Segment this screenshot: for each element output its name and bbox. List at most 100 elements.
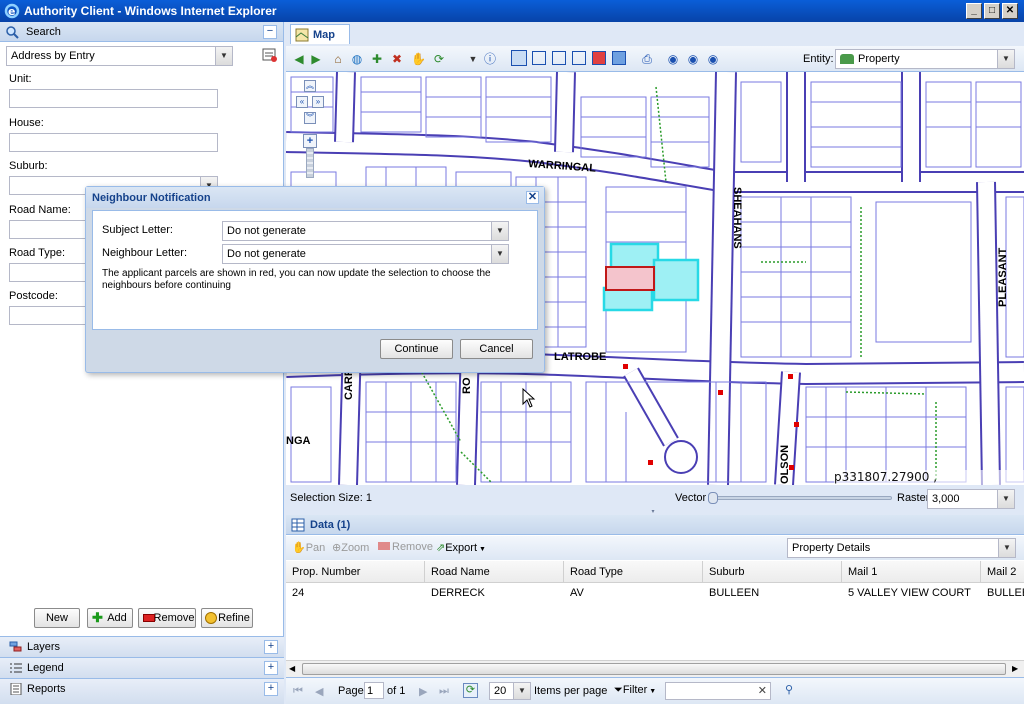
map-tab-label: Map: [313, 29, 335, 41]
zoom-out-tool-icon[interactable]: ✖: [390, 52, 404, 66]
next-page-icon[interactable]: ▶: [419, 685, 427, 698]
layers-label: Layers: [27, 641, 61, 653]
house-input[interactable]: [9, 133, 218, 152]
suburb-label: Suburb:: [9, 160, 48, 172]
clear-selection-icon[interactable]: [592, 51, 606, 65]
select-all-icon[interactable]: [612, 51, 626, 65]
select-rectangle-icon[interactable]: [511, 50, 527, 66]
refresh-icon[interactable]: ⟳: [432, 52, 446, 66]
expand-legend-button[interactable]: +: [264, 661, 278, 675]
column-header-suburb[interactable]: Suburb: [703, 561, 842, 583]
zoom-icon: ⊕: [332, 542, 342, 554]
cancel-button[interactable]: Cancel: [460, 339, 533, 359]
search-type-select[interactable]: Address by Entry ▼: [6, 46, 233, 66]
filter-menu-button[interactable]: ⏷Filter ▼: [614, 684, 656, 697]
legend-header[interactable]: Legend +: [0, 657, 284, 678]
info-icon[interactable]: ⓘ: [483, 52, 497, 66]
column-header-road-type[interactable]: Road Type: [564, 561, 703, 583]
chevron-down-icon[interactable]: ▼: [215, 47, 232, 65]
table-row[interactable]: 24 DERRECK AV BULLEEN 5 VALLEY VIEW COUR…: [286, 583, 1024, 603]
maximize-button[interactable]: □: [984, 3, 1000, 19]
chevron-down-icon[interactable]: ▼: [491, 245, 508, 263]
pan-right-icon[interactable]: »: [312, 96, 324, 108]
subject-letter-select[interactable]: Do not generate ▼: [222, 221, 509, 241]
expand-layers-button[interactable]: +: [264, 640, 278, 654]
column-header-road-name[interactable]: Road Name: [425, 561, 564, 583]
scale-value: 3,000: [932, 493, 960, 505]
reports-header[interactable]: Reports +: [0, 678, 284, 704]
clear-filter-icon[interactable]: ✕: [758, 684, 767, 697]
chevron-down-icon[interactable]: ▼: [491, 222, 508, 240]
column-header-mail-2[interactable]: Mail 2: [981, 561, 1024, 583]
pan-down-icon[interactable]: ︾: [304, 112, 316, 124]
scale-select[interactable]: 3,000 ▼: [927, 489, 1015, 509]
pan-up-icon[interactable]: ︽: [304, 80, 316, 92]
collapse-search-button[interactable]: −: [263, 25, 277, 39]
home-icon[interactable]: ⌂: [331, 52, 345, 66]
scroll-left-icon[interactable]: ◀: [289, 664, 295, 673]
page-size-value: 20: [494, 685, 507, 697]
locate-icon[interactable]: ◉: [706, 52, 720, 66]
slider-thumb[interactable]: [708, 492, 718, 504]
dialog-close-button[interactable]: ✕: [526, 191, 539, 204]
layers-header[interactable]: Layers +: [0, 636, 284, 657]
neighbour-letter-select[interactable]: Do not generate ▼: [222, 244, 509, 264]
dropdown-arrow-icon[interactable]: ▼: [466, 52, 480, 66]
refine-button[interactable]: Refine: [201, 608, 253, 628]
forward-arrow-icon[interactable]: ▶: [309, 52, 323, 66]
chevron-down-icon[interactable]: ▼: [997, 490, 1014, 508]
search-options-icon[interactable]: [262, 47, 278, 63]
globe-icon[interactable]: ◍: [350, 52, 364, 66]
print-icon[interactable]: ⎙: [640, 52, 654, 66]
chevron-down-icon[interactable]: ▼: [513, 683, 530, 699]
close-window-button[interactable]: ✕: [1002, 3, 1018, 19]
minimize-button[interactable]: _: [966, 3, 982, 19]
refresh-icon[interactable]: ⟳: [463, 683, 478, 698]
pan-left-icon[interactable]: «: [296, 96, 308, 108]
measure-icon[interactable]: ◉: [666, 52, 680, 66]
zoom-tool[interactable]: ⊕Zoom: [332, 541, 369, 554]
export-menu-button[interactable]: ⇗Export ▼: [436, 541, 486, 554]
page-input[interactable]: 1: [364, 682, 384, 699]
entity-select[interactable]: Property ▼: [835, 49, 1015, 69]
zoom-slider[interactable]: [306, 148, 314, 178]
street-label-olson: OLSON: [779, 445, 791, 484]
select-intersect-icon[interactable]: [572, 51, 586, 65]
chevron-down-icon[interactable]: ▼: [998, 539, 1015, 557]
vector-raster-slider[interactable]: [708, 492, 892, 504]
prev-page-icon[interactable]: ◀: [315, 685, 323, 698]
back-arrow-icon[interactable]: ◀: [292, 52, 306, 66]
unit-input[interactable]: [9, 89, 218, 108]
scroll-right-icon[interactable]: ▶: [1012, 664, 1018, 673]
expand-reports-button[interactable]: +: [264, 682, 278, 696]
subject-letter-label: Subject Letter:: [102, 224, 173, 236]
remove-button[interactable]: Remove: [138, 608, 196, 628]
new-button[interactable]: New: [34, 608, 80, 628]
tab-map[interactable]: Map: [290, 24, 350, 44]
column-header-prop-number[interactable]: Prop. Number: [286, 561, 425, 583]
select-add-icon[interactable]: [532, 51, 546, 65]
horizontal-scrollbar[interactable]: ◀ ▶: [286, 660, 1024, 677]
zoom-in-icon[interactable]: +: [303, 134, 317, 148]
buffer-icon[interactable]: ◉: [686, 52, 700, 66]
remove-tool[interactable]: Remove: [378, 541, 433, 553]
column-header-mail-1[interactable]: Mail 1: [842, 561, 981, 583]
zoom-in-tool-icon[interactable]: ✚: [370, 52, 384, 66]
first-page-icon[interactable]: ⏮: [293, 685, 303, 698]
street-label-nga: NGA: [286, 435, 311, 447]
filter-input[interactable]: ✕: [665, 682, 771, 700]
search-icon[interactable]: ⚲: [785, 683, 793, 696]
pan-hand-icon[interactable]: ✋: [411, 52, 426, 66]
neighbour-letter-label: Neighbour Letter:: [102, 247, 187, 259]
page-size-select[interactable]: 20 ▼: [489, 682, 531, 700]
scroll-thumb[interactable]: [302, 663, 1006, 675]
data-view-select[interactable]: Property Details ▼: [787, 538, 1016, 558]
last-page-icon[interactable]: ⏭: [439, 685, 449, 698]
reports-icon: [10, 683, 22, 695]
continue-button[interactable]: Continue: [380, 339, 453, 359]
chevron-down-icon[interactable]: ▼: [997, 50, 1014, 68]
pan-tool[interactable]: ✋Pan: [292, 541, 325, 554]
add-button[interactable]: ✚ Add: [87, 608, 133, 628]
select-remove-icon[interactable]: [552, 51, 566, 65]
splitter-handle[interactable]: ▾: [646, 509, 660, 515]
